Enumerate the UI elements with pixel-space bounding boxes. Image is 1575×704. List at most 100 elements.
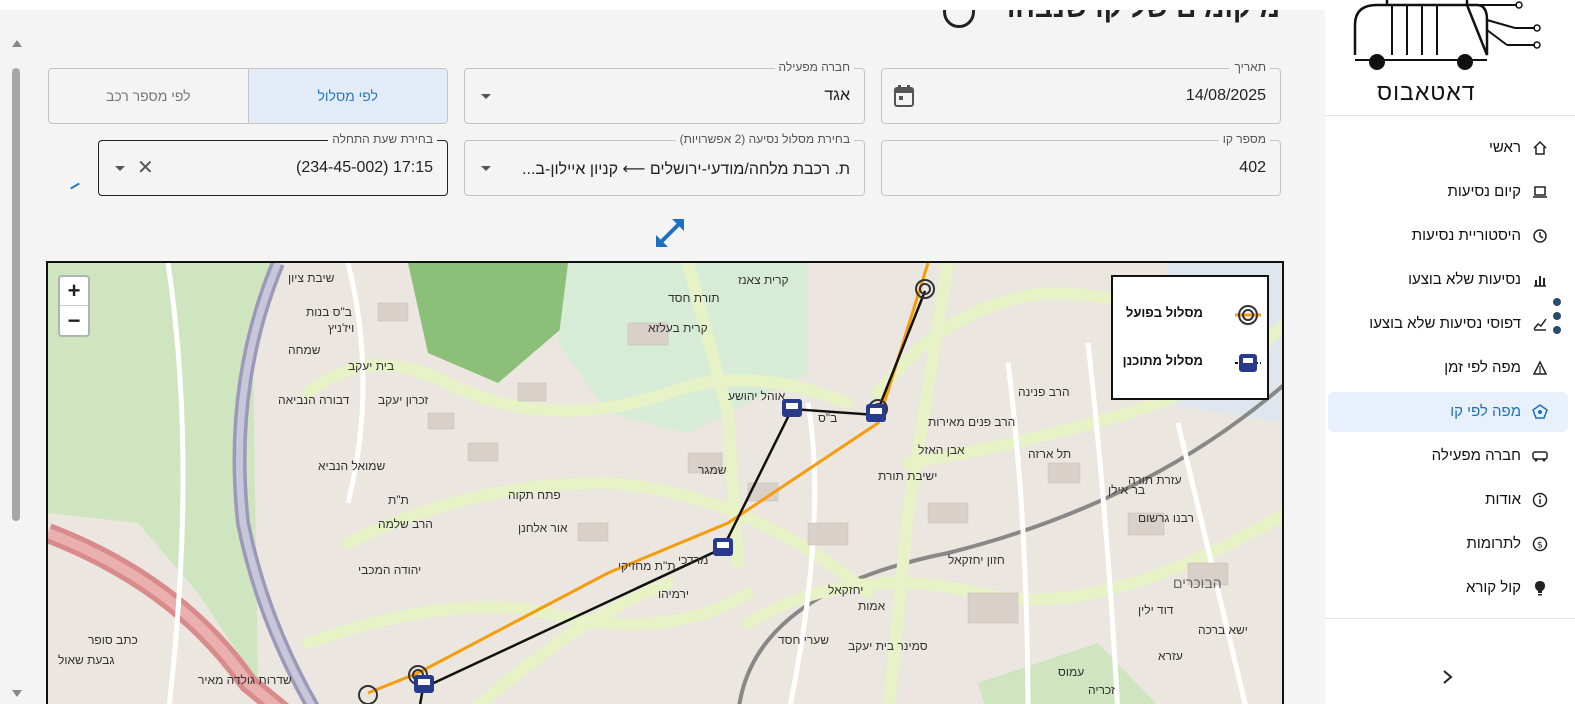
sidebar-item-label: אודות [1485,491,1521,508]
chevron-down-icon[interactable] [481,166,491,171]
map-label: שדרות גולדה מאיר [198,673,292,687]
chevron-right-icon[interactable] [1440,665,1456,689]
map-label: אוהל יהושע [728,389,786,403]
route-value: ת. רכבת מלחה/מודעי-ירושלים ⟵ קניון איילו… [522,161,850,178]
toggle-by-vehicle[interactable]: לפי מספר רכב [49,69,248,123]
map-label: אור אלחנן [518,521,568,535]
calendar-icon[interactable] [894,85,914,107]
scrollbar-thumb[interactable] [12,68,20,521]
sidebar-item[interactable]: אודות [1328,480,1568,520]
map-label: הרב פנינה [1018,385,1070,399]
sidebar-item[interactable]: דפוסי נסיעות שלא בוצעו [1328,304,1568,344]
map-label: שמחה [288,343,321,357]
map-label: ת"ת מחזיקי [618,559,676,573]
map-label: יהודה המכבי [358,563,422,577]
bus-logo-icon [1353,0,1541,70]
bar-chart-icon [1534,276,1546,287]
line-number-label: מספר קו [1218,132,1270,146]
chevron-down-icon[interactable] [115,166,125,171]
info-icon[interactable] [943,10,975,28]
page-title: מיקומים של קו שנבחר [999,10,1280,24]
map-label: קרית בעלזא [648,321,708,335]
sidebar-item[interactable]: נסיעות שלא בוצעו [1328,260,1568,300]
line-number-value: 402 [1239,159,1266,176]
map-label: תורת חסד [668,291,720,305]
chevron-down-icon[interactable] [481,94,491,99]
map-label: ישיבת תורת [878,469,938,483]
map-label: ישא ברכה [1198,623,1248,637]
sidebar-item[interactable]: חברה מפעילה [1328,436,1568,476]
map-label: אמות [858,599,886,613]
sidebar-item[interactable]: קול קורא [1328,568,1568,608]
sidebar-divider [1325,618,1575,619]
dot[interactable] [1553,312,1561,320]
sidebar-item[interactable]: ראשי [1328,128,1568,168]
dot[interactable] [1553,298,1561,306]
map-label: עזרת תורה [1128,473,1182,487]
start-time-label: בחירת שעת התחלה [328,132,437,146]
clear-icon[interactable]: ✕ [137,156,154,180]
radar-icon [1532,360,1548,375]
main-content: מיקומים של קו שנבחר תאריך 14/08/2025 חבר… [0,10,1325,704]
date-field[interactable]: תאריך 14/08/2025 [881,60,1281,124]
map-label: ירמיהו [658,587,690,601]
map-label: ת"ת [388,493,409,507]
map-label: שיבת ציון [288,271,335,285]
sidebar-item-label: נסיעות שלא בוצעו [1408,271,1521,288]
sidebar-item-label: קיום נסיעות [1447,183,1521,200]
dollar-icon: $ [1532,536,1548,552]
map-label: יחזקאל [828,583,864,597]
scroll-up-arrow[interactable] [12,40,22,47]
line-number-field[interactable]: מספר קו 402 [881,132,1281,196]
map-label: סמינר בית יעקב [848,639,928,653]
map-legend: מסלול בפועל מסלול מתוכנן [1111,275,1269,400]
toggle-by-route[interactable]: לפי מסלול [247,69,447,123]
laptop-icon [1533,186,1547,198]
map-label: חזון יחזקאל [948,553,1005,567]
app-root: מיקומים של קו שנבחר תאריך 14/08/2025 חבר… [0,0,1575,704]
logo-text: דאטאבוס [1377,79,1476,105]
sidebar-item[interactable]: קיום נסיעות [1328,172,1568,212]
history-icon [1533,229,1547,243]
sidebar-item[interactable]: מפה לפי זמן [1328,348,1568,388]
map-label: ב"ס [818,411,838,425]
date-label: תאריך [1230,60,1270,74]
line-chart-icon [1533,318,1547,331]
map-label: עמוס [1058,665,1085,679]
search-mode-toggle[interactable]: לפי מספר רכב לפי מסלול [48,68,448,124]
page-dots [1553,298,1563,340]
planned-route-icon [1235,354,1261,372]
sidebar-divider [1325,115,1575,116]
sidebar-item[interactable]: היסטוריית נסיעות [1328,216,1568,256]
legend-actual-label: מסלול בפועל [1125,305,1203,320]
map-label: זכרון יעקב [378,393,429,407]
sidebar-item-label: דפוסי נסיעות שלא בוצעו [1369,315,1521,332]
sidebar-item-label: מפה לפי קו [1450,403,1521,420]
operator-value: אגד [824,87,850,104]
sidebar-item-label: ראשי [1489,139,1521,156]
sidebar-item[interactable]: לתרומות $ [1328,524,1568,564]
bus-icon [1532,451,1548,462]
home-icon [1533,140,1547,155]
map-label: קרית צאנז [738,273,789,287]
sidebar-item-label: חברה מפעילה [1431,447,1521,464]
sidebar-item-label: לתרומות [1466,535,1522,552]
dot[interactable] [1553,326,1561,334]
route-map[interactable]: שיבת ציון ב"ס בנות ויז'ניץ שמחה בית יעקב… [46,261,1284,704]
zoom-in-button[interactable]: + [60,277,88,306]
map-label: דבורה הנביאה [278,393,350,407]
map-label: הרב שלמה [378,517,433,531]
start-time-select[interactable]: בחירת שעת התחלה 17:15 (234-45-002) ✕ [98,132,448,196]
info-icon [1532,492,1548,508]
zoom-out-button[interactable]: − [60,306,88,335]
route-select[interactable]: בחירת מסלול נסיעה (2 אפשרויות) ת. רכבת מ… [464,132,865,196]
date-value: 14/08/2025 [1185,87,1266,104]
operator-select[interactable]: חברה מפעילה אגד [464,60,865,124]
sidebar-item[interactable]: מפה לפי קו [1328,392,1568,432]
expand-icon[interactable] [653,216,687,250]
map-label: רבנו גרשום [1138,511,1194,525]
operator-label: חברה מפעילה [774,60,854,74]
scroll-down-arrow[interactable] [12,690,22,697]
map-label: זכריה [1088,683,1115,697]
map-label: שערי חסד [778,633,830,647]
